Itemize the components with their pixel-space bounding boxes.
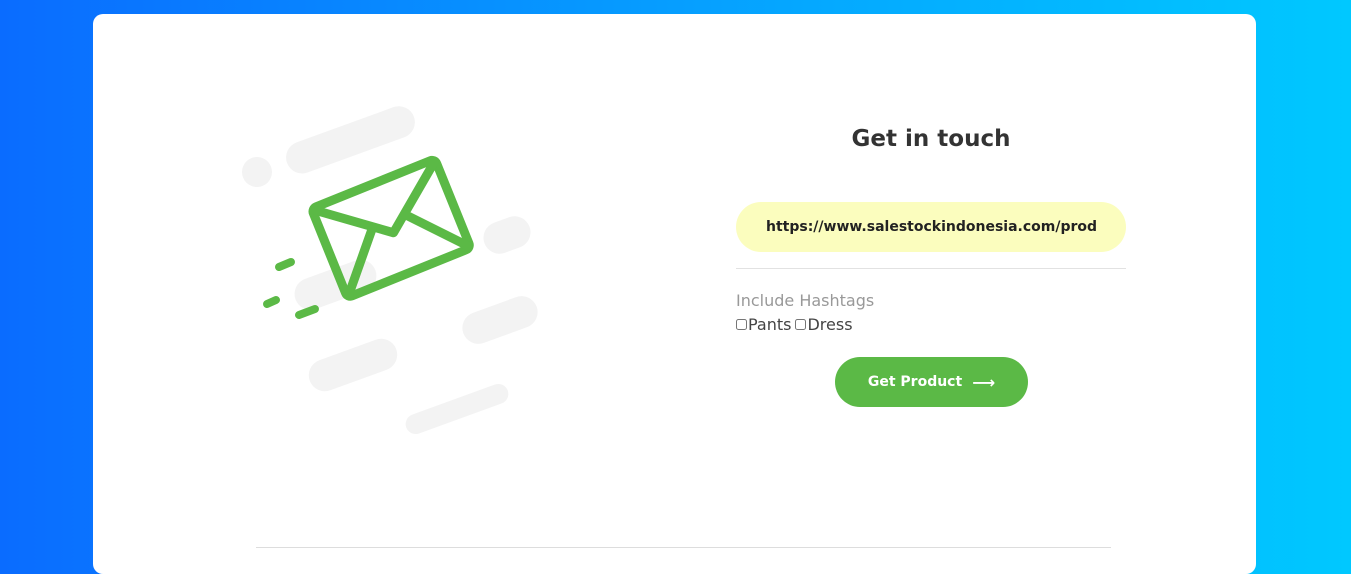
envelope-icon [308,155,474,301]
dress-label: Dress [807,315,853,334]
contact-card: Get in touch Include Hashtags Pants Dres… [93,14,1256,574]
hashtag-option-pants[interactable]: Pants [736,315,791,334]
hashtags-label: Include Hashtags [736,291,875,310]
pants-label: Pants [748,315,792,334]
background-pills [242,106,538,435]
page-title: Get in touch [851,126,1011,152]
footer-divider [256,547,1111,548]
get-product-label: Get Product [867,374,963,390]
pants-checkbox[interactable] [736,319,747,330]
divider [736,268,1126,269]
hashtag-options: Pants Dress [736,315,857,334]
dress-checkbox[interactable] [795,319,807,330]
get-product-button[interactable]: Get Product ⟶ [835,357,1028,407]
product-url-input[interactable] [736,202,1126,252]
arrow-right-icon: ⟶ [972,372,996,392]
envelope-illustration [242,106,538,435]
hashtag-option-dress[interactable]: Dress [795,315,853,334]
